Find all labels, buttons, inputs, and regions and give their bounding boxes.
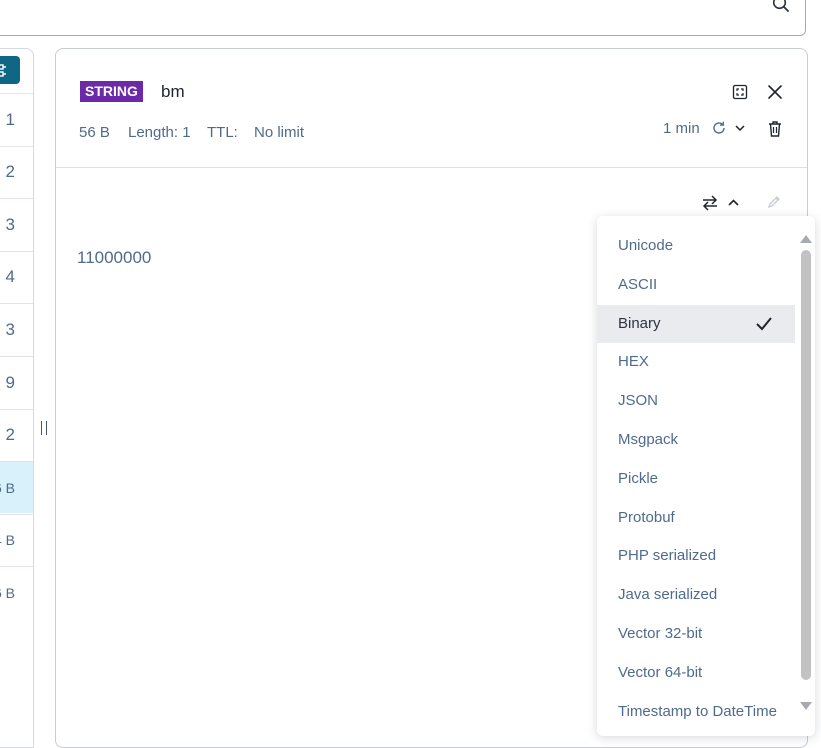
format-option[interactable]: Vector 64-bit xyxy=(597,654,795,692)
key-row-value: 1 xyxy=(5,109,15,129)
key-row-value: 6 B xyxy=(0,479,15,496)
format-option[interactable]: Binary xyxy=(597,304,795,343)
tree-view-icon xyxy=(0,64,6,77)
close-icon[interactable] xyxy=(767,84,783,100)
format-option-label: HEX xyxy=(618,353,649,371)
key-list-row[interactable]: 3 xyxy=(0,303,33,355)
format-option[interactable]: Java serialized xyxy=(597,576,795,614)
chevron-down-icon[interactable] xyxy=(734,122,746,134)
fullscreen-icon[interactable] xyxy=(732,84,748,100)
dropdown-scrollbar[interactable] xyxy=(801,250,811,680)
key-list-row[interactable]: 2 xyxy=(0,408,33,461)
search-bar[interactable] xyxy=(0,0,806,36)
key-name[interactable]: bm xyxy=(161,81,185,102)
scroll-down-arrow[interactable] xyxy=(800,702,812,710)
format-option[interactable]: HEX xyxy=(597,343,795,381)
key-row-value: 3 xyxy=(5,319,15,339)
format-option-label: Vector 32-bit xyxy=(618,625,703,642)
key-row-value: 9 xyxy=(5,372,15,392)
key-size: 56 B xyxy=(79,124,110,141)
key-row-value: 4 B xyxy=(0,532,15,549)
key-list-row[interactable]: 2 xyxy=(0,145,33,198)
format-option-label: Vector 64-bit xyxy=(618,663,703,681)
edit-icon[interactable] xyxy=(766,194,782,210)
tree-view-toggle[interactable] xyxy=(0,57,19,83)
ttl-label: TTL: xyxy=(207,124,238,141)
format-option[interactable]: PHP serialized xyxy=(597,537,795,575)
key-row-value: 3 xyxy=(5,214,15,234)
swap-format-icon[interactable] xyxy=(701,194,719,212)
panel-resize-handle[interactable] xyxy=(41,421,47,435)
key-details-header: STRING bm 56 B Length: 1 TTL: No limit 1… xyxy=(56,49,807,168)
format-option-label: Unicode xyxy=(618,237,674,254)
key-list-row[interactable]: 4 xyxy=(0,250,33,303)
key-list-row[interactable]: 6 B xyxy=(0,566,33,618)
format-option[interactable]: Unicode xyxy=(597,227,795,265)
key-row-value: 6 B xyxy=(0,584,15,601)
format-option[interactable]: Pickle xyxy=(597,460,795,498)
format-option-label: Protobuf xyxy=(618,508,675,526)
format-option-label: PHP serialized xyxy=(618,547,717,565)
format-option[interactable]: Protobuf xyxy=(597,499,795,537)
key-row-value: 2 xyxy=(5,162,15,182)
format-option-label: Binary xyxy=(618,314,661,332)
auto-refresh-interval[interactable]: 1 min xyxy=(663,120,700,137)
key-list-row[interactable]: 9 xyxy=(0,356,33,408)
key-row-value: 4 xyxy=(5,267,15,287)
search-icon[interactable] xyxy=(771,0,791,14)
format-option[interactable]: Vector 32-bit xyxy=(597,615,795,653)
format-option[interactable]: Msgpack xyxy=(597,421,795,459)
format-dropdown[interactable]: Unicode ASCII Binary HEX JSON Msgpack Pickle Pr… xyxy=(597,216,815,736)
ttl-value[interactable]: No limit xyxy=(254,124,304,141)
format-option[interactable]: Timestamp to DateTime xyxy=(597,693,795,731)
refresh-icon[interactable] xyxy=(711,120,727,136)
key-list-row[interactable]: 6 B xyxy=(0,461,33,514)
format-option-label: Java serialized xyxy=(618,586,718,604)
format-option-label: Timestamp to DateTime xyxy=(618,702,777,720)
scroll-up-arrow[interactable] xyxy=(800,235,812,243)
key-row-value: 2 xyxy=(5,425,15,445)
format-option-label: JSON xyxy=(618,392,659,410)
type-badge: STRING xyxy=(80,81,143,102)
format-option-label: Pickle xyxy=(618,469,659,487)
key-list-panel: 1 2 3 4 3 9 2 6 B 4 B 6 B xyxy=(0,48,34,748)
key-length: Length: 1 xyxy=(128,124,191,141)
trash-icon[interactable] xyxy=(767,120,783,138)
format-option-label: ASCII xyxy=(618,275,658,293)
key-value: 11000000 xyxy=(77,248,152,267)
key-list-row[interactable]: 4 B xyxy=(0,513,33,566)
format-option[interactable]: JSON xyxy=(597,382,795,420)
checkmark-icon xyxy=(756,316,772,331)
format-option[interactable]: ASCII xyxy=(597,266,795,304)
key-list-row[interactable]: 1 xyxy=(0,93,33,145)
format-option-label: Msgpack xyxy=(618,431,679,448)
key-list-row[interactable]: 3 xyxy=(0,198,33,250)
chevron-up-icon[interactable] xyxy=(727,196,740,209)
